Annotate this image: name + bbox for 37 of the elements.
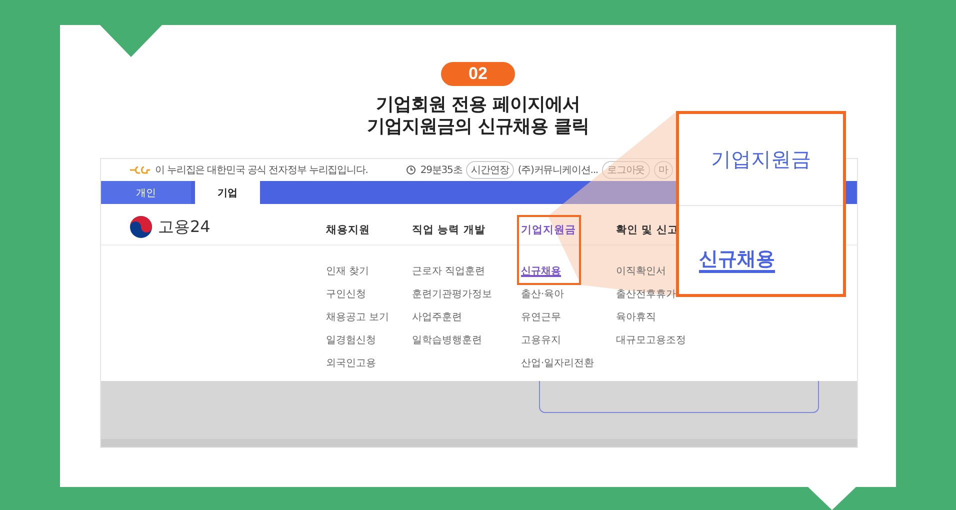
menu-item[interactable]: 일경험신청	[326, 331, 376, 349]
menu-item[interactable]: 훈련기관평가정보	[412, 285, 492, 303]
clock-icon	[406, 165, 416, 175]
session-timer: 29분35초	[420, 164, 462, 177]
step-title: 기업회원 전용 페이지에서 기업지원금의 신규채용 클릭	[367, 94, 589, 138]
site-logo-text: 고용24	[158, 216, 210, 238]
menu-item[interactable]: 근로자 직업훈련	[412, 262, 486, 280]
highlight-frame	[517, 215, 581, 285]
menu-item[interactable]: 일학습병행훈련	[412, 331, 482, 349]
menu-item[interactable]: 이직확인서	[616, 262, 666, 280]
step-badge: 02	[440, 62, 516, 86]
menu-item[interactable]: 유연근무	[521, 308, 561, 326]
callout-heading: 기업지원금	[679, 114, 843, 206]
site-tab[interactable]: 기업	[195, 181, 260, 204]
menu-item[interactable]: 출산전후휴가	[616, 285, 676, 303]
menu-item[interactable]: 대규모고용조정	[616, 331, 686, 349]
menu-item[interactable]: 구인신청	[326, 285, 366, 303]
user-name: (주)커뮤니케이션...	[518, 164, 598, 177]
menu-item[interactable]: 산업·일자리전환	[521, 354, 594, 372]
menu-heading[interactable]: 채용지원	[326, 219, 370, 241]
menu-item[interactable]: 인재 찾기	[326, 262, 370, 280]
menu-item[interactable]: 출산·육아	[521, 285, 564, 303]
menu-item[interactable]: 채용공고 보기	[326, 308, 390, 326]
menu-item[interactable]: 외국인고용	[326, 354, 376, 372]
site-tab[interactable]: 개인	[101, 181, 191, 204]
callout-link[interactable]: 신규채용	[699, 246, 775, 272]
logo-icon	[129, 215, 153, 239]
notch-decoration	[100, 25, 162, 57]
menu-heading[interactable]: 기업지원금	[521, 219, 576, 241]
logo-icon	[129, 166, 151, 174]
menu-item[interactable]: 육아휴직	[616, 308, 656, 326]
menu-item[interactable]: 신규채용	[521, 262, 561, 280]
menu-item[interactable]: 고용유지	[521, 331, 561, 349]
menu-item[interactable]: 사업주훈련	[412, 308, 462, 326]
menu-heading[interactable]: 직업 능력 개발	[412, 219, 486, 241]
extend-session-button[interactable]: 시간연장	[466, 161, 514, 179]
notice-text: 이 누리집은 대한민국 공식 전자정부 누리집입니다.	[155, 164, 368, 177]
